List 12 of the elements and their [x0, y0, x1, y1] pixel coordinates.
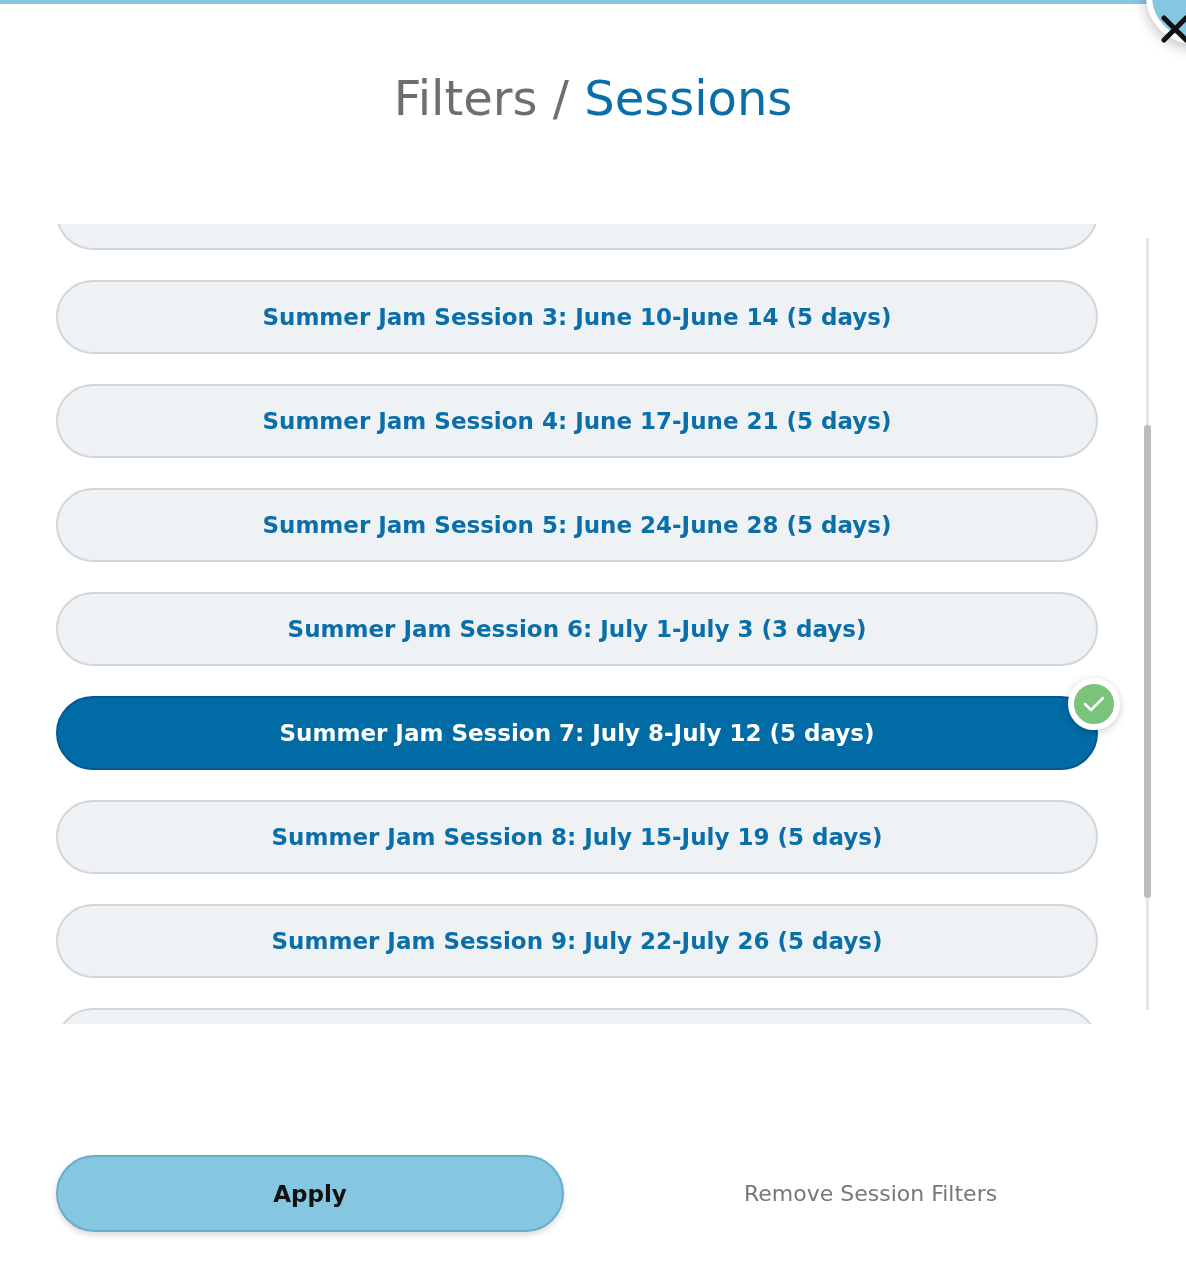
session-option[interactable]: Summer Jam Session 6: July 1-July 3 (3 days): [56, 592, 1098, 666]
session-option[interactable]: Summer Jam Session 9: July 22-July 26 (5 days): [56, 904, 1098, 978]
session-option[interactable]: Summer Jam Session 3: June 10-June 14 (5 days): [56, 280, 1098, 354]
session-option[interactable]: Summer Jam Session 5: June 24-June 28 (5 days): [56, 488, 1098, 562]
session-option[interactable]: Summer Jam Session 7: July 8-July 12 (5 days): [56, 696, 1098, 770]
page-title: Sessions: [584, 70, 793, 126]
close-icon: [1160, 14, 1186, 44]
apply-button[interactable]: Apply: [56, 1155, 564, 1232]
remove-filters-link[interactable]: Remove Session Filters: [744, 1181, 998, 1206]
session-option[interactable]: Summer Jam Session 4: June 17-June 21 (5 days): [56, 384, 1098, 458]
breadcrumb-link[interactable]: Filters /: [393, 70, 569, 126]
session-option[interactable]: Summer Jam Session 8: July 15-July 19 (5 days): [56, 800, 1098, 874]
